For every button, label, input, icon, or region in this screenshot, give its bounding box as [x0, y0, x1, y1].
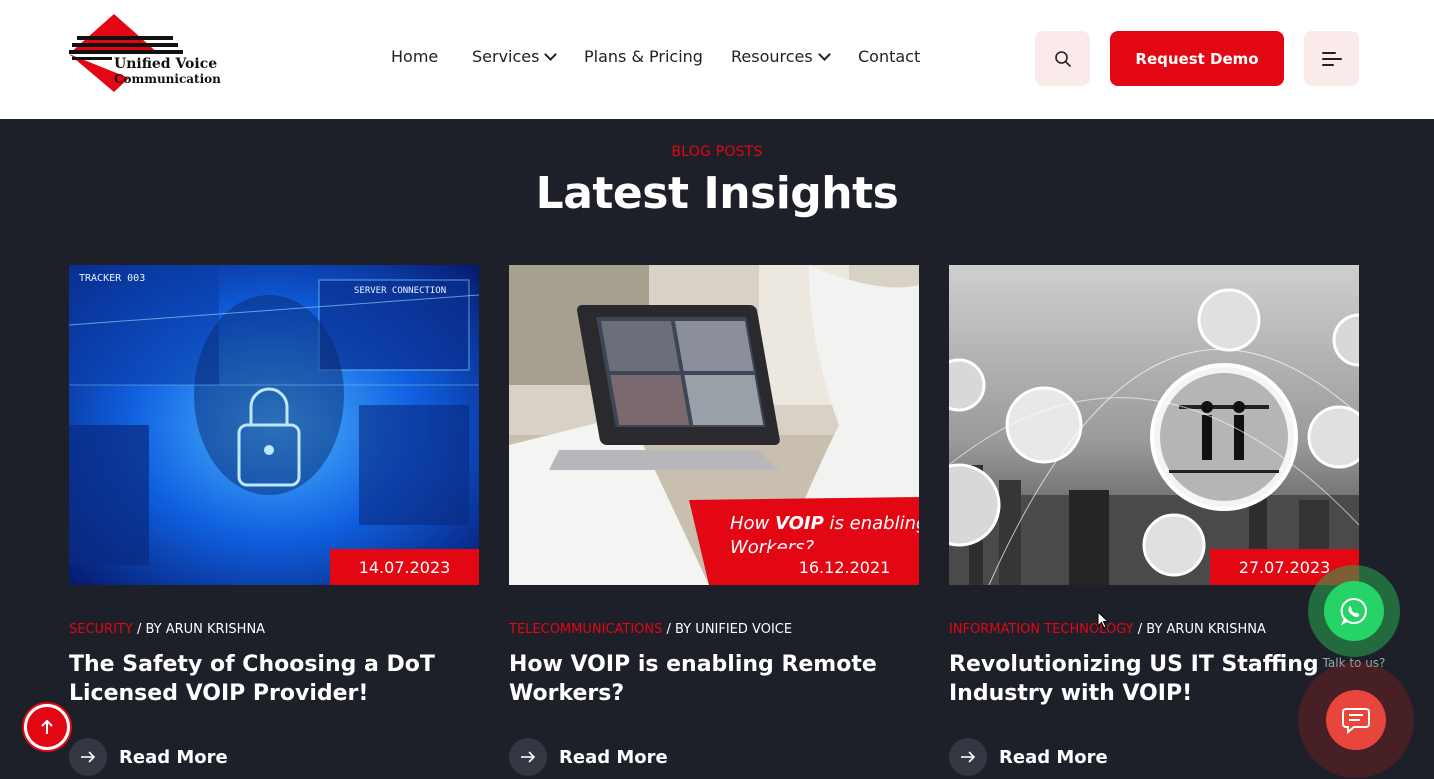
blog-thumbnail-it-staffing[interactable]: 27.07.2023 [949, 265, 1359, 585]
blog-thumbnail-security[interactable]: TRACKER 003 SERVER CONNECTION 14.07.2023 [69, 265, 479, 585]
nav-plans-pricing[interactable]: Plans & Pricing [584, 47, 703, 66]
post-category[interactable]: TELECOMMUNICATIONS [509, 622, 662, 637]
whatsapp-button[interactable] [1308, 565, 1400, 657]
read-more-link[interactable]: Read More [509, 738, 668, 776]
read-more-label: Read More [119, 746, 228, 768]
nav-services-label: Services [472, 47, 540, 66]
nav-contact[interactable]: Contact [858, 47, 920, 66]
arrow-right-icon [69, 738, 107, 776]
svg-text:How VOIP is enabling: How VOIP is enabling [730, 513, 919, 534]
post-category[interactable]: SECURITY [69, 622, 133, 637]
post-title[interactable]: How VOIP is enabling Remote Workers? [509, 650, 909, 708]
business-network-image [949, 265, 1359, 585]
blog-card: TRACKER 003 SERVER CONNECTION 14.07.2023… [69, 265, 479, 776]
read-more-link[interactable]: Read More [949, 738, 1108, 776]
nav-resources-label: Resources [731, 47, 813, 66]
section-title: Latest Insights [535, 168, 899, 219]
whatsapp-icon [1340, 597, 1367, 626]
logo-text-line2: Communication [114, 72, 221, 86]
scroll-to-top-button[interactable] [24, 704, 70, 750]
image-text-server: SERVER CONNECTION [354, 286, 446, 296]
post-meta: SECURITY / BY ARUN KRISHNA [69, 622, 265, 637]
post-date: 14.07.2023 [330, 549, 479, 585]
post-author: / BY UNIFIED VOICE [662, 622, 793, 637]
mouse-cursor-icon [1097, 611, 1110, 629]
chevron-down-icon [817, 48, 831, 61]
section-eyebrow: BLOG POSTS [671, 144, 763, 160]
chat-button[interactable] [1298, 662, 1414, 778]
arrow-up-icon [41, 719, 53, 734]
nav-contact-label: Contact [858, 47, 921, 66]
image-text-tracker: TRACKER 003 [79, 273, 145, 284]
request-demo-button[interactable]: Request Demo [1110, 31, 1284, 86]
post-author: / BY ARUN KRISHNA [132, 622, 266, 637]
blog-card: 27.07.2023 INFORMATION TECHNOLOGY / BY A… [949, 265, 1359, 776]
menu-button[interactable] [1304, 31, 1359, 86]
nav-home-label: Home [391, 47, 439, 66]
search-button[interactable] [1035, 31, 1090, 86]
chevron-down-icon [544, 48, 558, 61]
blog-card: How VOIP is enabling Workers? 16.12.2021… [509, 265, 919, 776]
nav-home[interactable]: Home [391, 47, 438, 66]
video-call-laptop-image: How VOIP is enabling Workers? [509, 265, 919, 585]
hamburger-menu-icon [1321, 51, 1342, 66]
read-more-label: Read More [999, 746, 1108, 768]
chat-icon [1342, 708, 1370, 735]
post-date: 16.12.2021 [770, 549, 919, 585]
arrow-right-icon [509, 738, 547, 776]
read-more-label: Read More [559, 746, 668, 768]
post-title[interactable]: Revolutionizing US IT Staffing Industry … [949, 650, 1349, 708]
blog-thumbnail-voip[interactable]: How VOIP is enabling Workers? 16.12.2021 [509, 265, 919, 585]
logo-text-line1: Unified Voice [114, 56, 218, 72]
nav-plans-label: Plans & Pricing [584, 47, 703, 66]
nav-services[interactable]: Services [472, 47, 558, 66]
nav-resources[interactable]: Resources [731, 47, 831, 66]
read-more-link[interactable]: Read More [69, 738, 228, 776]
post-title[interactable]: The Safety of Choosing a DoT Licensed VO… [69, 650, 469, 708]
post-author: / BY ARUN KRISHNA [1133, 622, 1266, 637]
search-icon [1054, 50, 1071, 67]
cyber-lock-image: TRACKER 003 SERVER CONNECTION [69, 265, 479, 585]
logo[interactable]: Unified Voice Communication [69, 14, 221, 92]
site-header: Unified Voice Communication Home Service… [0, 0, 1434, 119]
arrow-right-icon [949, 738, 987, 776]
post-meta: TELECOMMUNICATIONS / BY UNIFIED VOICE [509, 622, 792, 637]
